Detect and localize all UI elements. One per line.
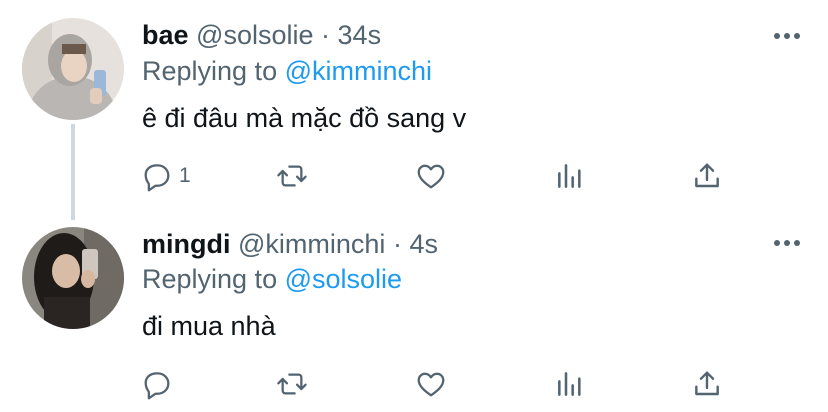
user-handle[interactable]: @kimminchi [238,229,385,259]
replying-to: Replying to @solsolie [142,262,402,296]
action-bar [0,366,828,402]
tweet-text: đi mua nhà [142,311,276,341]
more-options-icon[interactable] [774,238,800,248]
analytics-icon [558,372,581,396]
like-icon [417,372,445,397]
share-button[interactable] [691,366,723,402]
retweet-icon [277,373,307,395]
separator: · [392,229,402,259]
mention-link[interactable]: @solsolie [285,264,402,294]
retweet-button[interactable] [276,366,308,402]
like-button[interactable] [415,366,447,402]
analytics-button[interactable] [554,366,586,402]
reply-icon [144,372,170,400]
avatar[interactable] [22,227,124,329]
replying-prefix: Replying to [142,264,278,294]
avatar-photo [22,227,124,329]
display-name[interactable]: mingdi [142,229,231,259]
tweet-header: mingdi @kimminchi · 4s [142,227,438,261]
share-icon [695,371,719,396]
tweet[interactable]: mingdi @kimminchi · 4s Replying to @sols… [0,0,828,412]
timestamp[interactable]: 4s [409,229,438,259]
reply-button[interactable] [141,366,179,402]
